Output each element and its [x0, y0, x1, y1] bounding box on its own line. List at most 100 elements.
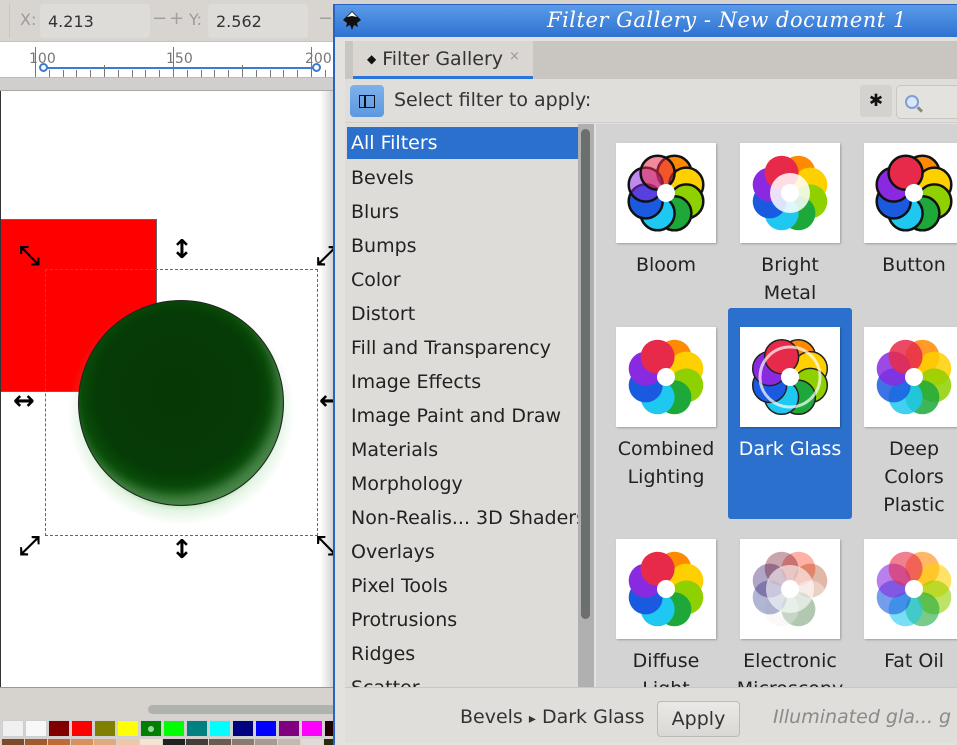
resize-handle-top[interactable]: ↕: [171, 237, 193, 263]
palette-swatch[interactable]: [255, 720, 277, 737]
ruler-tick: [118, 70, 119, 77]
category-item[interactable]: Bevels: [347, 162, 580, 194]
palette-swatch[interactable]: [71, 739, 93, 745]
category-item[interactable]: All Filters: [347, 127, 580, 159]
search-field[interactable]: [896, 85, 957, 119]
filter-item[interactable]: Button: [852, 132, 957, 332]
y-value[interactable]: 2.562: [208, 12, 262, 31]
palette-swatch[interactable]: [140, 739, 162, 745]
palette-swatch[interactable]: [94, 739, 116, 745]
palette-swatch[interactable]: [163, 720, 185, 737]
ruler-tick: [297, 70, 298, 77]
category-item[interactable]: Materials: [347, 434, 580, 466]
close-tab-icon[interactable]: ×: [509, 49, 520, 64]
ruler-tick: [132, 70, 133, 77]
ruler-tick: [201, 70, 202, 77]
selected-filter-path: Bevels ▸ Dark Glass: [460, 706, 645, 728]
resize-handle-left[interactable]: ↔: [13, 388, 35, 414]
ruler-tick: [214, 70, 215, 77]
drawing-canvas[interactable]: ⤡ ↕ ⤢ ↔ ↔ ⤢ ↕ ⤡: [0, 91, 334, 687]
palette-swatch[interactable]: [301, 739, 323, 745]
horizontal-scrollbar[interactable]: [0, 687, 338, 717]
ruler-tick: [256, 70, 257, 77]
category-item[interactable]: Ridges: [347, 638, 580, 670]
search-input[interactable]: [925, 94, 957, 110]
path-filter: Dark Glass: [541, 706, 645, 728]
settings-button[interactable]: ✱: [860, 85, 892, 117]
sidebar-panel-icon: [359, 94, 375, 108]
palette-swatch[interactable]: [2, 720, 24, 737]
palette-swatch[interactable]: [209, 720, 231, 737]
category-item[interactable]: Fill and Transparency: [347, 332, 580, 364]
palette-swatch[interactable]: [117, 720, 139, 737]
palette-swatch[interactable]: [232, 720, 254, 737]
y-coordinate-field[interactable]: 2.562: [208, 4, 308, 38]
palette-swatch[interactable]: [232, 739, 254, 745]
category-item[interactable]: Bumps: [347, 230, 580, 262]
measure-guide-line[interactable]: [44, 67, 317, 69]
category-item[interactable]: Morphology: [347, 468, 580, 500]
category-item[interactable]: Overlays: [347, 536, 580, 568]
category-item[interactable]: Pixel Tools: [347, 570, 580, 602]
palette-swatch[interactable]: [94, 720, 116, 737]
category-item[interactable]: Distort: [347, 298, 580, 330]
filter-description: Illuminated gla... g fr: [773, 706, 957, 728]
filter-item[interactable]: Electronic Microscopy: [728, 528, 852, 687]
tab-filter-gallery[interactable]: ◆ Filter Gallery ×: [353, 41, 533, 79]
filter-preview-combined: [616, 327, 716, 427]
filter-item[interactable]: Diffuse Light: [604, 528, 728, 687]
palette-swatch[interactable]: [48, 720, 70, 737]
color-palette: [0, 720, 346, 745]
palette-swatch[interactable]: [209, 739, 231, 745]
palette-swatch[interactable]: [71, 720, 93, 737]
resize-handle-top-left[interactable]: ⤡: [19, 243, 40, 269]
resize-handle-bottom[interactable]: ↕: [171, 537, 193, 563]
guide-handle-end[interactable]: [312, 63, 321, 72]
palette-swatch[interactable]: [48, 739, 70, 745]
filter-item[interactable]: Fat Oil: [852, 528, 957, 687]
palette-swatch[interactable]: [186, 720, 208, 737]
filter-item[interactable]: Combined Lighting: [604, 316, 728, 516]
guide-handle-start[interactable]: [39, 63, 48, 72]
filter-item[interactable]: Bloom: [604, 132, 728, 332]
x-decrement-button[interactable]: −: [152, 8, 167, 29]
selected-swatch-indicator: [148, 726, 154, 732]
dialog-titlebar[interactable]: Filter Gallery - New document 1: [335, 5, 957, 37]
ruler-tick: [187, 70, 188, 77]
palette-swatch[interactable]: [278, 739, 300, 745]
palette-swatch[interactable]: [163, 739, 185, 745]
palette-swatch[interactable]: [186, 739, 208, 745]
resize-handle-bottom-left[interactable]: ⤢: [19, 533, 40, 559]
x-coordinate-field[interactable]: 4.213: [40, 4, 150, 38]
category-item[interactable]: Scatter: [347, 672, 580, 687]
palette-swatch[interactable]: [25, 720, 47, 737]
toggle-sidebar-button[interactable]: [350, 85, 384, 117]
screen: X: 4.213 − + Y: 2.562 − 100 150 200 ⤡ ↕ …: [0, 0, 957, 745]
filter-label: Deep Colors Plastic: [883, 438, 945, 516]
palette-swatch[interactable]: [25, 739, 47, 745]
category-item[interactable]: Blurs: [347, 196, 580, 228]
x-value[interactable]: 4.213: [40, 12, 94, 31]
category-scrollbar-thumb[interactable]: [581, 129, 590, 619]
x-increment-button[interactable]: +: [169, 8, 184, 29]
palette-swatch[interactable]: [117, 739, 139, 745]
palette-swatch[interactable]: [255, 739, 277, 745]
filter-item[interactable]: Deep Colors Plastic: [852, 316, 957, 516]
horizontal-ruler[interactable]: 100 150 200: [0, 42, 340, 78]
filter-gallery-dialog: Filter Gallery - New document 1 ◆ Filter…: [333, 4, 957, 745]
filter-gallery-grid: Bloom Bright Metal Button Combined Lighting…: [596, 124, 957, 687]
palette-swatch[interactable]: [278, 720, 300, 737]
category-item[interactable]: Image Paint and Draw: [347, 400, 580, 432]
horizontal-scrollbar-thumb[interactable]: [148, 705, 338, 714]
palette-swatch[interactable]: [140, 720, 162, 737]
filter-item[interactable]: Bright Metal: [728, 132, 852, 332]
category-item[interactable]: Color: [347, 264, 580, 296]
y-decrement-button[interactable]: −: [318, 8, 333, 29]
category-item[interactable]: Non-Realis... 3D Shaders: [347, 502, 583, 534]
palette-swatch[interactable]: [2, 739, 24, 745]
apply-button[interactable]: Apply: [657, 701, 740, 737]
category-item[interactable]: Protrusions: [347, 604, 580, 636]
filter-item[interactable]: Dark Glass: [728, 308, 852, 519]
category-item[interactable]: Image Effects: [347, 366, 580, 398]
palette-swatch[interactable]: [301, 720, 323, 737]
